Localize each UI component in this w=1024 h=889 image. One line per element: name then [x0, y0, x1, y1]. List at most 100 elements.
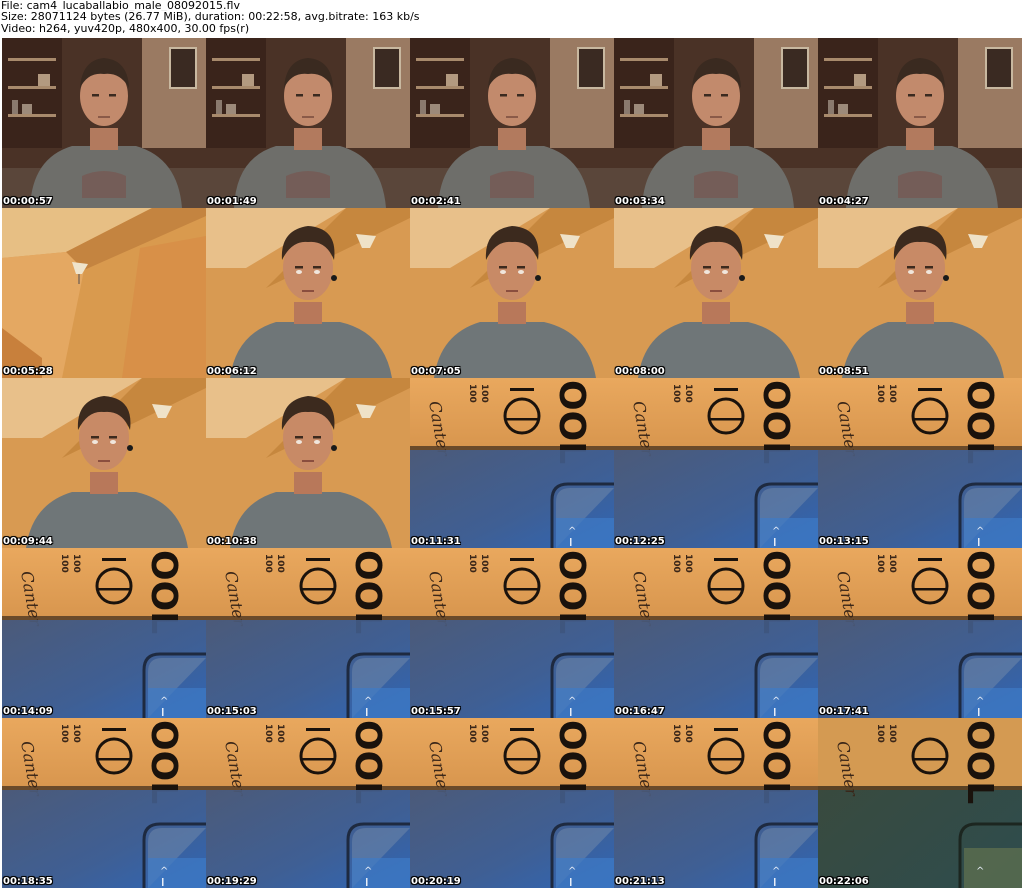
- svg-text:^: ^: [772, 526, 780, 537]
- video-thumbnail: 00:08:51: [818, 208, 1022, 378]
- thumbnail-image: Canter 100 100 OOL ^: [410, 378, 614, 548]
- timestamp-label: 00:04:27: [819, 196, 869, 207]
- svg-text:100: 100: [71, 724, 81, 743]
- timestamp-label: 00:02:41: [411, 196, 461, 207]
- timestamp-label: 00:11:31: [411, 536, 461, 547]
- thumbnail-image: [2, 378, 206, 548]
- timestamp-label: 00:18:35: [3, 876, 53, 887]
- video-thumbnail: Canter 100 100 OOL ^ 00:13:15: [818, 378, 1022, 548]
- video-thumbnail: Canter 100 100 OOL ^ 00:18:35: [2, 718, 206, 888]
- timestamp-label: 00:16:47: [615, 706, 665, 717]
- video-thumbnail: 00:10:38: [206, 378, 410, 548]
- svg-text:100: 100: [467, 724, 477, 743]
- timestamp-label: 00:01:49: [207, 196, 257, 207]
- timestamp-label: 00:22:06: [819, 876, 869, 887]
- svg-text:100: 100: [467, 554, 477, 573]
- thumbnail-image: [818, 208, 1022, 378]
- svg-text:100: 100: [875, 554, 885, 573]
- timestamp-label: 00:00:57: [3, 196, 53, 207]
- svg-text:100: 100: [887, 724, 897, 743]
- thumbnail-grid: 00:00:57 00:01:49 00:02:41 00:03:34 00:0…: [2, 38, 1022, 888]
- thumbnail-image: [614, 208, 818, 378]
- timestamp-label: 00:15:03: [207, 706, 257, 717]
- video-thumbnail: Canter 100 100 OOL ^ 00:16:47: [614, 548, 818, 718]
- timestamp-label: 00:07:05: [411, 366, 461, 377]
- video-thumbnail: 00:05:28: [2, 208, 206, 378]
- timestamp-label: 00:20:19: [411, 876, 461, 887]
- video-thumbnail: Canter 100 100 OOL ^ 00:15:03: [206, 548, 410, 718]
- svg-text:100: 100: [479, 384, 489, 403]
- svg-text:100: 100: [275, 554, 285, 573]
- file-info-header: File: cam4_lucaballabio_male_08092015.fl…: [1, 0, 1021, 34]
- thumbnail-image: Canter 100 100 OOL ^: [206, 718, 410, 888]
- file-size-line: Size: 28071124 bytes (26.77 MiB), durati…: [1, 11, 420, 23]
- thumbnail-image: Canter 100 100 OOL ^: [818, 718, 1022, 888]
- svg-text:100: 100: [683, 554, 693, 573]
- svg-text:^: ^: [160, 696, 168, 707]
- svg-text:^: ^: [364, 866, 372, 877]
- svg-text:100: 100: [467, 384, 477, 403]
- svg-text:100: 100: [671, 384, 681, 403]
- thumbnail-image: [410, 38, 614, 208]
- timestamp-label: 00:09:44: [3, 536, 53, 547]
- video-thumbnail: 00:03:34: [614, 38, 818, 208]
- timestamp-label: 00:03:34: [615, 196, 665, 207]
- timestamp-label: 00:13:15: [819, 536, 869, 547]
- svg-text:100: 100: [479, 724, 489, 743]
- svg-text:100: 100: [683, 724, 693, 743]
- video-thumbnail: Canter 100 100 OOL ^ 00:17:41: [818, 548, 1022, 718]
- timestamp-label: 00:08:51: [819, 366, 869, 377]
- timestamp-label: 00:12:25: [615, 536, 665, 547]
- thumbnail-image: Canter 100 100 OOL ^: [614, 548, 818, 718]
- svg-text:100: 100: [671, 554, 681, 573]
- video-thumbnail: Canter 100 100 OOL ^ 00:12:25: [614, 378, 818, 548]
- video-thumbnail: 00:07:05: [410, 208, 614, 378]
- timestamp-label: 00:14:09: [3, 706, 53, 717]
- timestamp-label: 00:17:41: [819, 706, 869, 717]
- video-info-line: Video: h264, yuv420p, 480x400, 30.00 fps…: [1, 22, 250, 34]
- video-thumbnail: Canter 100 100 OOL ^ 00:11:31: [410, 378, 614, 548]
- video-thumbnail: Canter 100 100 OOL ^ 00:21:13: [614, 718, 818, 888]
- thumbnail-image: [206, 38, 410, 208]
- timestamp-label: 00:06:12: [207, 366, 257, 377]
- thumbnail-image: [410, 208, 614, 378]
- timestamp-label: 00:19:29: [207, 876, 257, 887]
- svg-text:^: ^: [364, 696, 372, 707]
- svg-text:100: 100: [671, 724, 681, 743]
- video-thumbnail: 00:00:57: [2, 38, 206, 208]
- svg-text:100: 100: [71, 554, 81, 573]
- thumbnail-image: [614, 38, 818, 208]
- svg-text:100: 100: [875, 384, 885, 403]
- timestamp-label: 00:10:38: [207, 536, 257, 547]
- timestamp-label: 00:05:28: [3, 366, 53, 377]
- thumbnail-image: Canter 100 100 OOL ^: [410, 548, 614, 718]
- thumbnail-image: Canter 100 100 OOL ^: [206, 548, 410, 718]
- video-thumbnail: 00:02:41: [410, 38, 614, 208]
- svg-text:^: ^: [976, 526, 984, 537]
- svg-text:OOL: OOL: [959, 720, 1000, 804]
- timestamp-label: 00:21:13: [615, 876, 665, 887]
- svg-text:^: ^: [772, 696, 780, 707]
- svg-text:100: 100: [887, 554, 897, 573]
- thumbnail-image: Canter 100 100 OOL ^: [410, 718, 614, 888]
- svg-text:^: ^: [976, 696, 984, 707]
- video-thumbnail: 00:06:12: [206, 208, 410, 378]
- thumbnail-image: [206, 208, 410, 378]
- thumbnail-image: [206, 378, 410, 548]
- svg-text:100: 100: [875, 724, 885, 743]
- thumbnail-image: Canter 100 100 OOL ^: [2, 548, 206, 718]
- timestamp-label: 00:08:00: [615, 366, 665, 377]
- video-thumbnail: Canter 100 100 OOL ^ 00:19:29: [206, 718, 410, 888]
- svg-text:^: ^: [568, 696, 576, 707]
- file-name-line: File: cam4_lucaballabio_male_08092015.fl…: [1, 0, 240, 12]
- thumbnail-image: [2, 38, 206, 208]
- video-thumbnail: Canter 100 100 OOL ^ 00:15:57: [410, 548, 614, 718]
- svg-text:100: 100: [59, 724, 69, 743]
- video-thumbnail: 00:09:44: [2, 378, 206, 548]
- video-thumbnail: 00:04:27: [818, 38, 1022, 208]
- svg-text:100: 100: [683, 384, 693, 403]
- svg-text:100: 100: [59, 554, 69, 573]
- svg-text:^: ^: [772, 866, 780, 877]
- svg-text:100: 100: [479, 554, 489, 573]
- thumbnail-image: Canter 100 100 OOL ^: [614, 378, 818, 548]
